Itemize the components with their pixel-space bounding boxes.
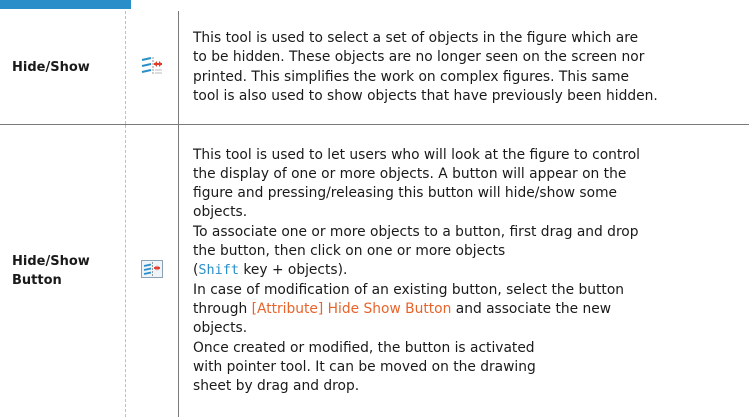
hide-show-button-tool-icon <box>140 258 164 280</box>
modify-instruction: through [Attribute] Hide Show Button and… <box>193 300 739 319</box>
table-row: Hide/Show Button This tool is used to le… <box>0 125 749 417</box>
tool-description: This tool is used to select a set of obj… <box>179 11 749 125</box>
tool-description: This tool is used to let users who will … <box>179 125 749 417</box>
tool-name: Hide/Show <box>0 11 126 125</box>
table-row: Hide/Show This tool is used to select a … <box>0 11 749 125</box>
hide-show-tool-icon <box>140 55 164 77</box>
shift-instruction: (Shift key + objects). <box>193 261 739 280</box>
attribute-menu-reference: [Attribute] Hide Show Button <box>252 301 452 317</box>
tool-table: Hide/Show This tool is used to select a … <box>0 11 749 417</box>
tool-icon-cell <box>126 125 179 417</box>
tool-icon-cell <box>126 11 179 125</box>
header-accent-bar <box>0 0 131 9</box>
shift-key: Shift <box>198 262 239 278</box>
tool-name: Hide/Show Button <box>0 125 126 417</box>
